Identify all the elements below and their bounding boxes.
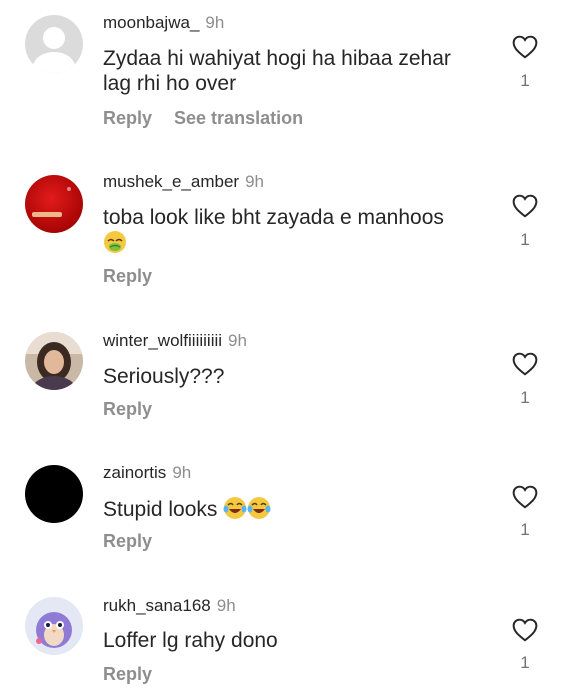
- comment-header: zainortis 9h: [103, 463, 191, 483]
- comment-text: Zydaa hi wahiyat hogi ha hibaa zehar lag…: [103, 47, 451, 95]
- photo-profile-picture: [25, 332, 83, 390]
- like-count: 1: [520, 388, 530, 407]
- see-translation-button[interactable]: See translation: [174, 108, 303, 128]
- reply-button[interactable]: Reply: [103, 108, 152, 128]
- default-avatar-icon: [25, 15, 83, 73]
- comment-text: Loffer lg rahy dono: [103, 629, 278, 652]
- comment-text: Seriously???: [103, 365, 225, 388]
- username[interactable]: mushek_e_amber: [103, 172, 239, 191]
- timestamp: 9h: [205, 13, 225, 32]
- avatar-black[interactable]: [25, 465, 83, 523]
- red-profile-picture: [25, 175, 83, 233]
- username[interactable]: rukh_sana168: [103, 596, 211, 615]
- reply-button[interactable]: Reply: [103, 266, 152, 286]
- reply-button[interactable]: Reply: [103, 531, 152, 551]
- timestamp: 9h: [228, 331, 247, 350]
- comment-actions: Reply: [103, 266, 152, 287]
- heart-icon[interactable]: [512, 194, 538, 218]
- heart-icon[interactable]: [512, 352, 538, 376]
- timestamp: 9h: [216, 596, 236, 615]
- comment-text: toba look like bht zayada e manhoos: [103, 205, 483, 256]
- cartoon-bird-profile-picture: [25, 597, 83, 655]
- comment-text: Stupid looks: [103, 496, 483, 522]
- comment-header: rukh_sana168 9h: [103, 596, 236, 616]
- black-profile-picture: [25, 465, 83, 523]
- nauseated-face-icon: [104, 231, 126, 253]
- avatar-red[interactable]: [25, 175, 83, 233]
- comment-actions: Reply: [103, 664, 152, 685]
- username[interactable]: zainortis: [103, 463, 166, 482]
- comment-actions: Reply: [103, 399, 152, 420]
- comment-text-content: toba look like bht zayada e manhoos: [103, 206, 444, 229]
- like-count: 1: [520, 653, 530, 672]
- username[interactable]: winter_wolfiiiiiiiii: [103, 331, 222, 350]
- comment-header: winter_wolfiiiiiiiii 9h: [103, 331, 247, 351]
- avatar-photo[interactable]: [25, 332, 83, 390]
- avatar-default[interactable]: [25, 15, 83, 73]
- timestamp: 9h: [245, 172, 264, 191]
- laughing-crying-face-icon: [247, 497, 271, 519]
- heart-icon[interactable]: [512, 485, 538, 509]
- comment-header: mushek_e_amber 9h: [103, 172, 264, 192]
- comment-text-content: Stupid looks: [103, 498, 218, 521]
- reply-button[interactable]: Reply: [103, 664, 152, 684]
- heart-icon[interactable]: [512, 618, 538, 642]
- avatar-cartoon[interactable]: [25, 597, 83, 655]
- heart-icon[interactable]: [512, 35, 538, 59]
- like-count: 1: [520, 71, 530, 90]
- like-count: 1: [520, 230, 530, 249]
- comment-header: moonbajwa_ 9h: [103, 13, 224, 33]
- comment-actions: Reply See translation: [103, 108, 303, 129]
- like-count: 1: [520, 520, 530, 539]
- laughing-crying-face-icon: [223, 497, 247, 519]
- reply-button[interactable]: Reply: [103, 399, 152, 419]
- username[interactable]: moonbajwa_: [103, 13, 199, 32]
- timestamp: 9h: [172, 463, 192, 482]
- comment-actions: Reply: [103, 531, 152, 552]
